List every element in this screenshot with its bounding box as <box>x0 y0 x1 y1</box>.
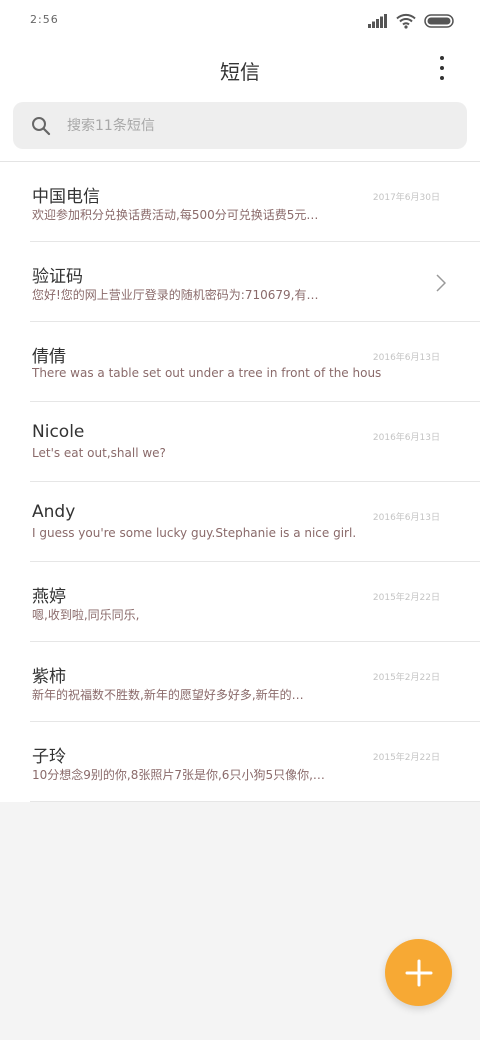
message-row[interactable]: Nicole Let's eat out,shall we? 2016年6月13… <box>30 402 480 482</box>
chevron-right-icon <box>436 274 446 292</box>
message-row[interactable]: 中国电信 欢迎参加积分兑换话费活动,每500分可兑换话费5元… 2017年6月3… <box>30 162 480 242</box>
status-icons <box>368 12 454 30</box>
message-row[interactable]: 倩倩 There was a table set out under a tre… <box>30 322 480 402</box>
sender-name: 燕婷 <box>32 587 66 607</box>
plus-icon <box>405 959 432 986</box>
page-title: 短信 <box>220 60 260 84</box>
battery-icon <box>424 14 454 28</box>
message-date: 2016年6月13日 <box>372 433 440 443</box>
sender-name: Nicole <box>32 422 85 442</box>
message-row[interactable]: 子玲 10分想念9别的你,8张照片7张是你,6只小狗5只像你,… 2015年2月… <box>30 722 480 802</box>
message-row[interactable]: 紫柿 新年的祝福数不胜数,新年的愿望好多好多,新年的… 2015年2月22日 <box>30 642 480 722</box>
message-date: 2015年2月22日 <box>372 673 440 683</box>
sender-name: Andy <box>32 502 76 522</box>
message-date: 2015年2月22日 <box>372 593 440 603</box>
header: 短信 <box>0 48 480 88</box>
message-preview: There was a table set out under a tree i… <box>32 366 382 380</box>
more-options-icon[interactable] <box>432 56 452 80</box>
message-preview: 嗯,收到啦,同乐同乐, <box>32 608 140 622</box>
message-row[interactable]: Andy I guess you're some lucky guy.Steph… <box>30 482 480 562</box>
message-row[interactable]: 验证码 您好!您的网上营业厅登录的随机密码为:710679,有… <box>30 242 480 322</box>
sender-name: 中国电信 <box>32 187 100 207</box>
search-input[interactable] <box>67 112 447 139</box>
message-list: 中国电信 欢迎参加积分兑换话费活动,每500分可兑换话费5元… 2017年6月3… <box>0 161 480 802</box>
sender-name: 验证码 <box>32 267 83 287</box>
signal-icon <box>368 14 387 28</box>
message-preview: 10分想念9别的你,8张照片7张是你,6只小狗5只像你,… <box>32 768 325 782</box>
status-bar: 2:56 <box>0 0 480 40</box>
message-date: 2016年6月13日 <box>372 513 440 523</box>
new-message-button[interactable] <box>385 939 452 1006</box>
message-preview: 欢迎参加积分兑换话费活动,每500分可兑换话费5元… <box>32 208 319 222</box>
message-preview: Let's eat out,shall we? <box>32 446 166 460</box>
message-date: 2015年2月22日 <box>372 753 440 763</box>
message-date: 2017年6月30日 <box>372 193 440 203</box>
sender-name: 倩倩 <box>32 347 66 367</box>
search-icon <box>32 117 51 136</box>
message-preview: I guess you're some lucky guy.Stephanie … <box>32 526 357 540</box>
wifi-icon <box>396 13 416 29</box>
sender-name: 紫柿 <box>32 667 66 687</box>
message-row[interactable]: 燕婷 嗯,收到啦,同乐同乐, 2015年2月22日 <box>30 562 480 642</box>
main-panel: 2:56 短信 搜索11条短信 中国电信 欢迎参加积分兑换话费活动,每500分可… <box>0 0 480 802</box>
message-date: 2016年6月13日 <box>372 353 440 363</box>
message-preview: 新年的祝福数不胜数,新年的愿望好多好多,新年的… <box>32 688 304 702</box>
status-time: 2:56 <box>30 13 59 26</box>
message-preview: 您好!您的网上营业厅登录的随机密码为:710679,有… <box>32 288 319 302</box>
sender-name: 子玲 <box>32 747 66 767</box>
search-bar[interactable] <box>13 102 467 149</box>
